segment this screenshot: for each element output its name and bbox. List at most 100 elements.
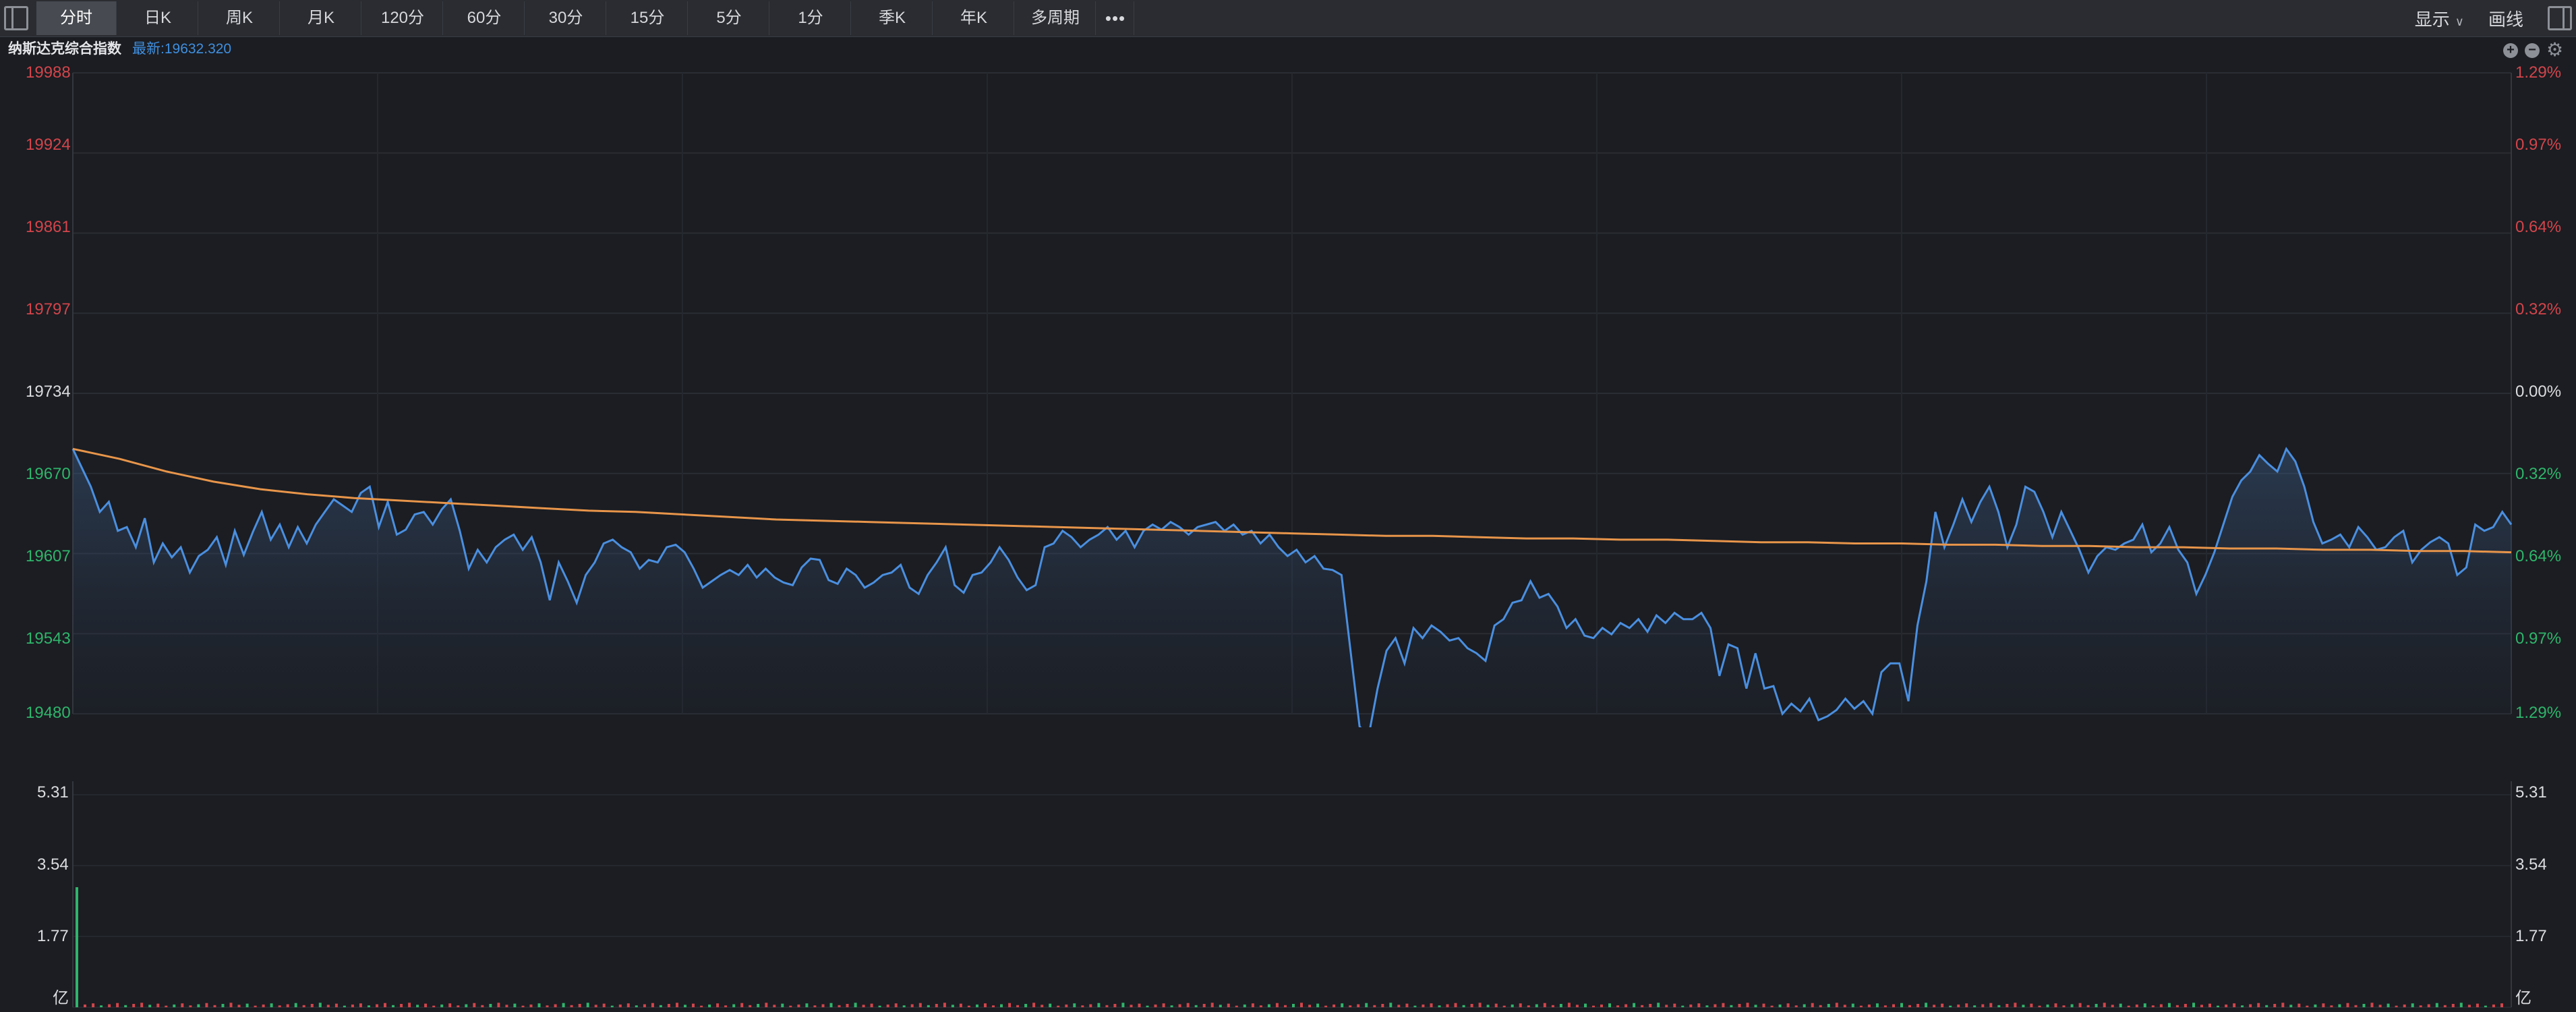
display-label: 显示 [2414,9,2450,30]
instrument-name: 纳斯达克综合指数 [8,41,121,57]
volume-bar [197,1004,200,1007]
volume-bar [1202,1004,1206,1007]
volume-bar [1267,1004,1270,1007]
volume-bar [805,1003,809,1007]
volume-bar [1049,1003,1052,1007]
volume-bar [205,1003,208,1007]
volume-bar [1502,1005,1506,1007]
zoom-out-icon[interactable]: − [2525,43,2540,58]
volume-bar [886,1004,889,1007]
volume-bar [1324,1005,1328,1007]
volume-bar [1811,1003,1814,1007]
tab-multi-period[interactable]: 多周期 [1016,1,1096,35]
volume-bar [910,1004,914,1007]
volume-bar [537,1003,541,1007]
volume-bar [1000,1004,1003,1007]
price-axis-label-left: 19670 [26,465,71,483]
volume-bar [2306,1005,2309,1007]
ellipsis-icon[interactable]: ••• [1097,1,1134,35]
volume-bar [1567,1003,1571,1007]
volume-bar [351,1004,354,1007]
tab-120min[interactable]: 120分 [363,1,443,35]
volume-bar [1883,1005,1887,1007]
volume-bar [2273,1004,2277,1007]
volume-bar [1575,1005,1579,1007]
percent-axis-label-right: 1.29% [2515,63,2562,82]
volume-bar [1867,1004,1871,1007]
right-panel-toggle-icon[interactable] [2548,6,2572,30]
toolbar-right: 显示 ∨ 画线 [2415,0,2576,36]
volume-bar [635,1005,638,1007]
volume-bar [1024,1004,1028,1007]
volume-bar [676,1003,678,1007]
volume-bar [1316,1003,1320,1007]
volume-bar [902,1005,906,1007]
display-dropdown[interactable]: 显示 ∨ [2415,6,2464,31]
volume-bar [586,1003,589,1007]
volume-bar [2443,1005,2447,1007]
tab-15min[interactable]: 15分 [608,1,688,35]
volume-bar [1730,1005,1733,1007]
volume-bar [2103,1003,2106,1007]
volume-bar [343,1005,346,1007]
volume-bar [408,1003,411,1007]
volume-bar [1130,1005,1133,1007]
volume-bar [862,1005,865,1007]
volume-bar [1478,1003,1482,1007]
tab-30min[interactable]: 30分 [526,1,606,35]
price-axis-label-left: 19480 [26,704,71,722]
tab-5min[interactable]: 5分 [689,1,769,35]
draw-line-button[interactable]: 画线 [2488,6,2523,31]
volume-bar [1819,1005,1822,1007]
volume-bar [984,1003,987,1007]
volume-bar [529,1004,533,1007]
volume-bar [124,1005,127,1007]
volume-chart[interactable] [0,727,2576,1012]
volume-bar [562,1003,565,1007]
volume-bar [2062,1005,2066,1007]
volume-bar [318,1003,322,1007]
volume-bar [554,1004,557,1007]
tab-yearly-k[interactable]: 年K [934,1,1014,35]
volume-bar [1559,1004,1562,1007]
tab-1min[interactable]: 1分 [771,1,851,35]
price-chart[interactable] [0,62,2576,727]
tab-weekly-k[interactable]: 周K [200,1,280,35]
volume-bar [749,1005,752,1007]
volume-bar [829,1003,833,1007]
volume-bar [1219,1005,1222,1007]
zoom-in-icon[interactable]: + [2503,43,2518,58]
price-axis-label-left: 19988 [26,63,71,82]
tab-quarterly-k[interactable]: 季K [852,1,933,35]
gear-icon[interactable]: ⚙ [2546,40,2563,59]
tab-daily-k[interactable]: 日K [118,1,198,35]
volume-bar [489,1004,492,1007]
tab-60min[interactable]: 60分 [444,1,525,35]
volume-bar [2006,1004,2009,1007]
volume-axis-label-left: 3.54 [37,855,69,874]
volume-bar [2143,1003,2146,1007]
volume-bar [1397,1005,1401,1007]
left-panel-toggle-icon[interactable] [4,6,28,30]
volume-bar [2289,1005,2293,1007]
volume-bar [2022,1005,2025,1007]
volume-bar [1933,1005,1936,1007]
volume-bar [1138,1003,1141,1007]
percent-axis-label-right: 0.97% [2515,629,2562,648]
volume-bar [1259,1005,1262,1007]
volume-bar [951,1005,954,1007]
volume-bar [765,1003,768,1007]
tab-monthly-k[interactable]: 月K [281,1,361,35]
volume-bar [1065,1004,1068,1007]
volume-bar [165,1005,168,1007]
volume-bar [1997,1005,2001,1007]
volume-bar [1349,1005,1352,1007]
volume-bar [2030,1003,2033,1007]
volume-bar [2322,1003,2325,1007]
volume-bar [797,1004,800,1007]
volume-bar [1146,1005,1149,1007]
volume-bar [1908,1005,1911,1007]
volume-bar [2346,1003,2349,1007]
volume-bar [2297,1003,2301,1007]
tab-intraday[interactable]: 分时 [36,1,117,35]
